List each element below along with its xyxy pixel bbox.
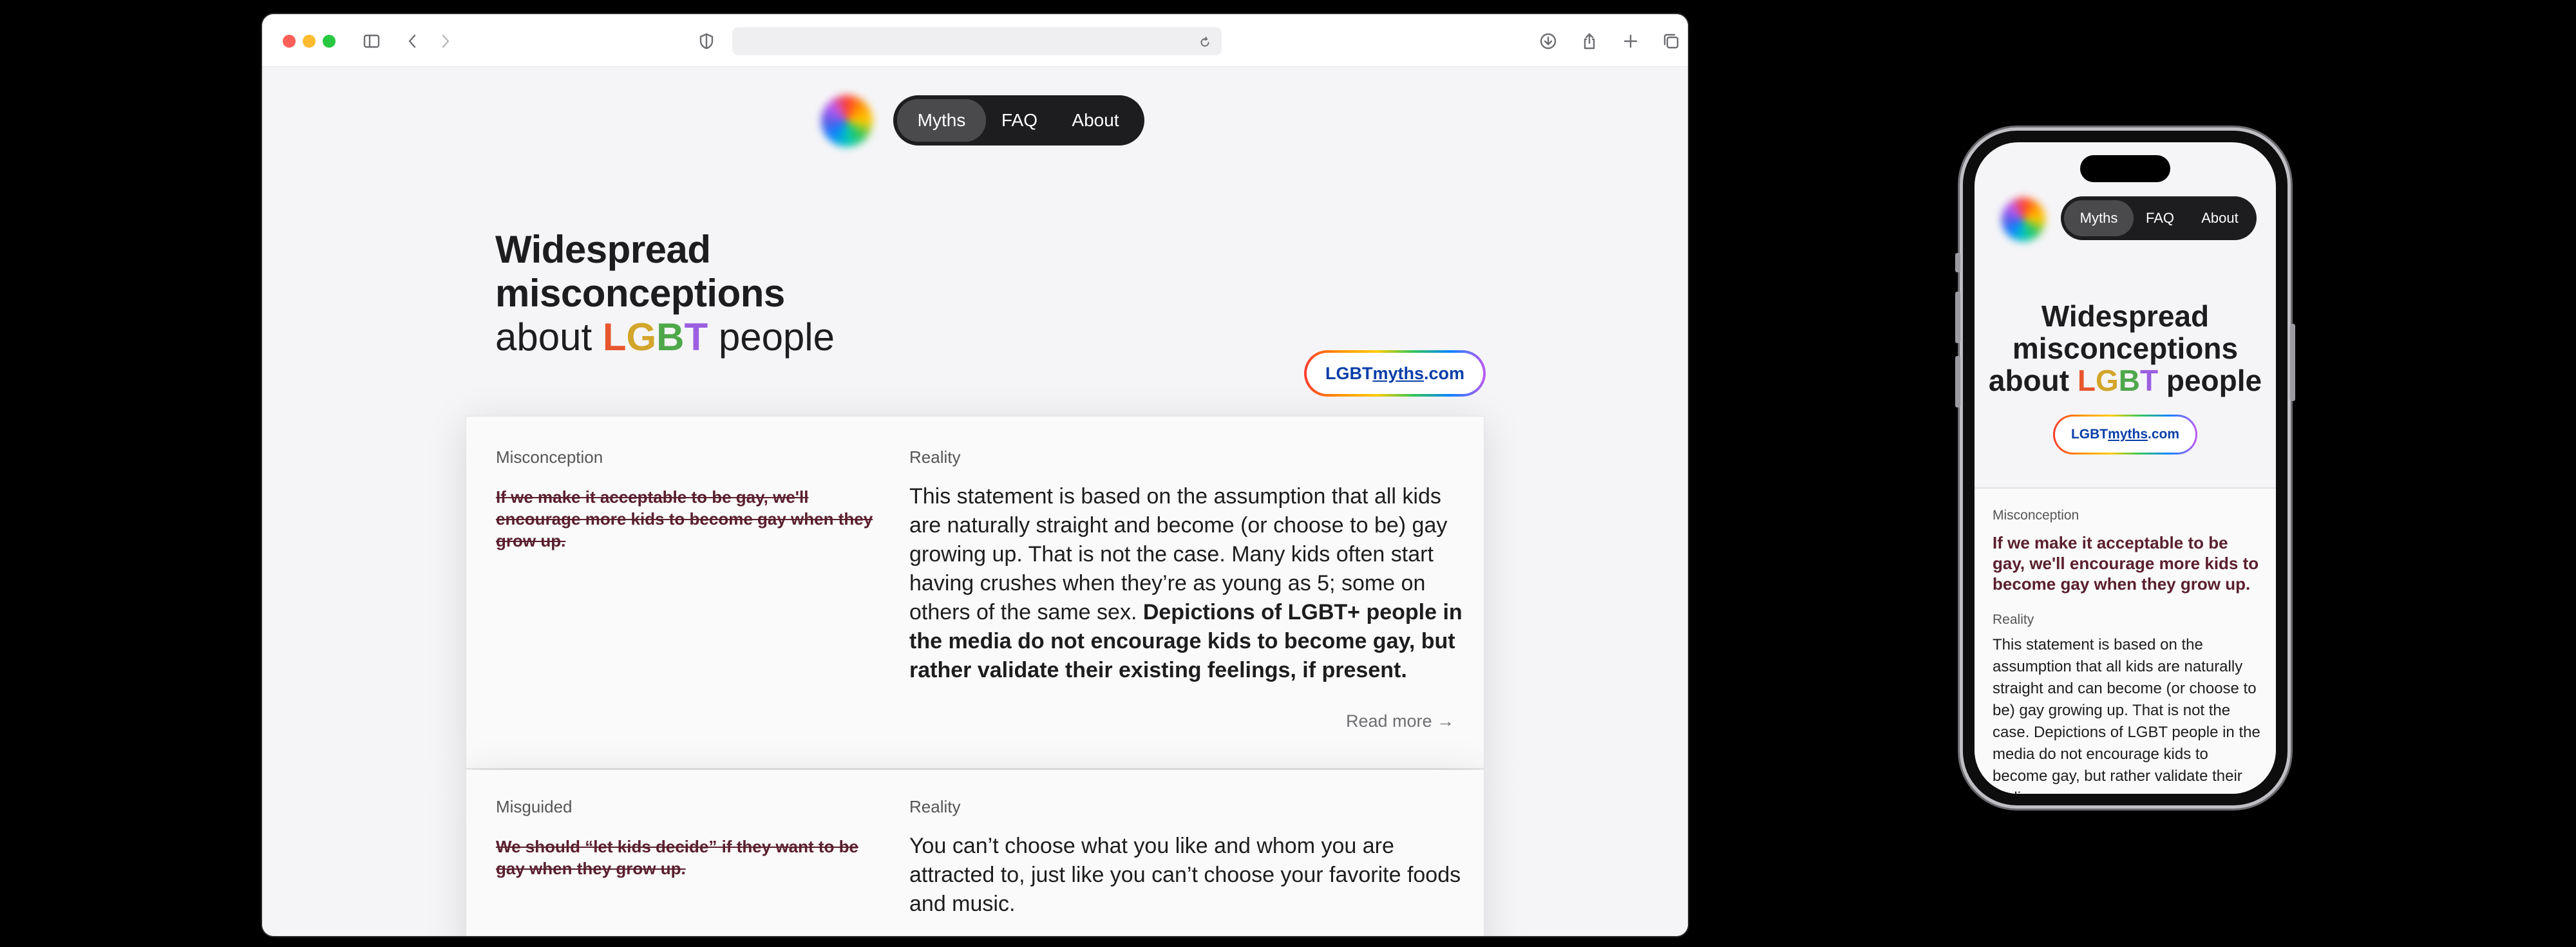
side-button bbox=[2290, 324, 2295, 401]
browser-toolbar bbox=[262, 14, 1688, 67]
url-input[interactable] bbox=[732, 27, 1222, 55]
domain-mid: myths bbox=[2108, 427, 2148, 442]
reality-text: This statement is based on the assumptio… bbox=[909, 482, 1463, 685]
rainbow-lgbt: LGBT bbox=[2078, 364, 2158, 397]
reality-label: Reality bbox=[909, 447, 961, 467]
nav-faq[interactable]: FAQ bbox=[2134, 200, 2186, 236]
new-tab-icon[interactable] bbox=[1618, 28, 1643, 54]
title-line-3: about LGBT people bbox=[495, 315, 1010, 359]
letter-t: T bbox=[684, 315, 708, 359]
rainbow-lgbt: LGBT bbox=[603, 315, 708, 359]
share-icon[interactable] bbox=[1577, 28, 1602, 54]
misguided-label: Misguided bbox=[496, 797, 573, 816]
back-icon[interactable] bbox=[400, 28, 426, 54]
action-button bbox=[1955, 253, 1960, 272]
title-people: people bbox=[2158, 364, 2262, 397]
domain-link[interactable]: LGBT myths .com bbox=[2053, 415, 2197, 455]
domain-mid: myths bbox=[1372, 363, 1424, 383]
zoom-window-button[interactable] bbox=[323, 35, 336, 48]
myth-text: We should “let kids decide” if they want… bbox=[496, 837, 858, 878]
myth-card: Misconception Reality If we make it acce… bbox=[466, 416, 1484, 769]
letter-t: T bbox=[2139, 364, 2159, 397]
domain-link[interactable]: LGBT myths .com bbox=[1304, 350, 1486, 397]
main-nav: Myths FAQ About bbox=[2061, 196, 2257, 240]
web-page: Myths FAQ About Widespread misconception… bbox=[262, 67, 1688, 936]
close-window-button[interactable] bbox=[283, 35, 296, 48]
title-people: people bbox=[708, 315, 835, 359]
page-title: Widespread misconceptions about LGBT peo… bbox=[1975, 300, 2276, 397]
sidebar-icon[interactable] bbox=[359, 28, 384, 54]
domain-post: .com bbox=[1424, 363, 1465, 383]
browser-window: Myths FAQ About Widespread misconception… bbox=[262, 14, 1688, 936]
letter-b: B bbox=[656, 315, 685, 359]
download-icon[interactable] bbox=[1535, 28, 1561, 54]
title-line-1: Widespread bbox=[2041, 299, 2210, 333]
myth-text: If we make it acceptable to be gay, we'l… bbox=[496, 487, 873, 550]
nav-about[interactable]: About bbox=[2186, 200, 2253, 236]
forward-icon[interactable] bbox=[432, 28, 458, 54]
letter-l: L bbox=[602, 315, 627, 359]
address-bar[interactable] bbox=[732, 27, 1222, 55]
letter-g: G bbox=[626, 315, 657, 359]
title-line-2: misconceptions bbox=[495, 272, 785, 315]
letter-g: G bbox=[2095, 364, 2119, 397]
phone-screen: Myths FAQ About Widespread misconception… bbox=[1975, 142, 2276, 794]
volume-up-button bbox=[1955, 292, 1960, 343]
nav-about[interactable]: About bbox=[1053, 99, 1138, 142]
reload-icon[interactable] bbox=[1192, 30, 1218, 55]
minimize-window-button[interactable] bbox=[303, 35, 316, 48]
domain-pre: LGBT bbox=[1325, 363, 1373, 383]
read-more-link[interactable]: Read more → bbox=[1346, 711, 1454, 731]
letter-l: L bbox=[2077, 364, 2096, 397]
tabs-overview-icon[interactable] bbox=[1658, 28, 1684, 54]
myth-card: Misguided Reality We should “let kids de… bbox=[466, 770, 1484, 936]
misconception-label: Misconception bbox=[1993, 508, 2079, 523]
misconception-label: Misconception bbox=[496, 447, 603, 467]
domain-pre: LGBT bbox=[2070, 427, 2108, 442]
page-title: Widespread misconceptions about LGBT peo… bbox=[495, 228, 1010, 359]
nav-myths[interactable]: Myths bbox=[2064, 200, 2134, 236]
myth-card: Misconception If we make it acceptable t… bbox=[1975, 489, 2276, 794]
volume-down-button bbox=[1955, 356, 1960, 408]
title-line-1: Widespread bbox=[495, 228, 711, 271]
myth-text: If we make it acceptable to be gay, we'l… bbox=[1993, 533, 2259, 594]
nav-faq[interactable]: FAQ bbox=[986, 99, 1053, 142]
title-about: about bbox=[495, 315, 603, 359]
phone-device: Myths FAQ About Widespread misconception… bbox=[1955, 131, 2295, 805]
reality-text: This statement is based on the assumptio… bbox=[1993, 636, 2260, 794]
reality-text: You can’t choose what you like and whom … bbox=[909, 834, 1461, 916]
nav-myths[interactable]: Myths bbox=[897, 99, 986, 142]
title-line-2: misconceptions bbox=[2012, 332, 2239, 365]
shield-icon[interactable] bbox=[694, 28, 719, 54]
reality-label: Reality bbox=[1993, 612, 2034, 627]
title-about: about bbox=[1988, 364, 2078, 397]
site-logo[interactable] bbox=[821, 95, 873, 147]
title-line-3: about LGBT people bbox=[1975, 364, 2276, 397]
domain-post: .com bbox=[2148, 427, 2180, 442]
letter-b: B bbox=[2118, 364, 2140, 397]
dynamic-island bbox=[2080, 155, 2170, 182]
site-logo[interactable] bbox=[2002, 198, 2045, 241]
main-nav: Myths FAQ About bbox=[893, 95, 1144, 145]
reality-label: Reality bbox=[909, 797, 961, 816]
